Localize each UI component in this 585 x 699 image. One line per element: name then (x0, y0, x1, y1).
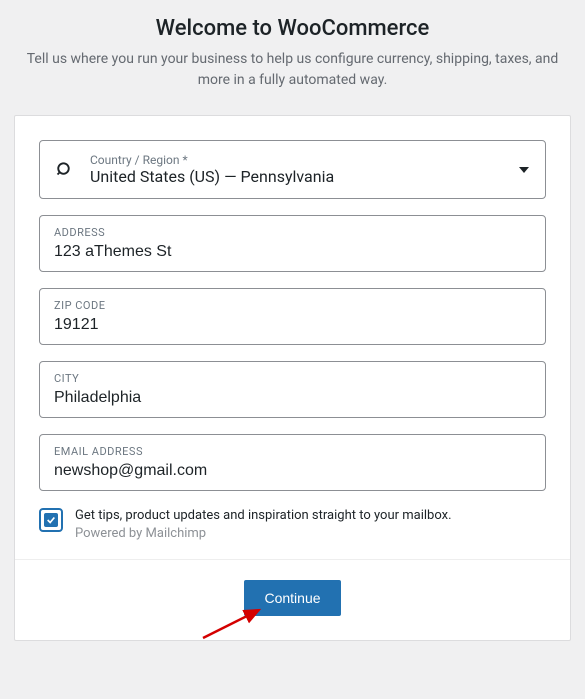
optin-line2: Powered by Mailchimp (75, 525, 452, 543)
page-title: Welcome to WooCommerce (20, 16, 565, 41)
optin-checkbox[interactable] (39, 508, 63, 532)
page-header: Welcome to WooCommerce Tell us where you… (0, 0, 585, 103)
email-field-wrap[interactable]: EMAIL ADDRESS (39, 434, 546, 491)
address-label: ADDRESS (54, 226, 531, 239)
optin-line1: Get tips, product updates and inspiratio… (75, 507, 452, 525)
form-body: Country / Region * United States (US) — … (15, 116, 570, 559)
optin-text: Get tips, product updates and inspiratio… (75, 507, 452, 543)
email-label: EMAIL ADDRESS (54, 445, 531, 458)
check-icon (44, 513, 58, 527)
continue-button[interactable]: Continue (244, 580, 340, 616)
address-field-wrap[interactable]: ADDRESS (39, 215, 546, 272)
optin-row: Get tips, product updates and inspiratio… (39, 507, 546, 543)
country-content: Country / Region * United States (US) — … (90, 153, 517, 186)
zip-label: ZIP CODE (54, 299, 531, 312)
chevron-down-icon (517, 167, 531, 173)
card-footer: Continue (15, 559, 570, 640)
country-select[interactable]: Country / Region * United States (US) — … (39, 140, 546, 199)
city-field-wrap[interactable]: CITY (39, 361, 546, 418)
email-input[interactable] (54, 460, 531, 482)
city-label: CITY (54, 372, 531, 385)
page-subtitle: Tell us where you run your business to h… (20, 49, 565, 91)
address-input[interactable] (54, 241, 531, 263)
zip-field-wrap[interactable]: ZIP CODE (39, 288, 546, 345)
city-input[interactable] (54, 387, 531, 409)
zip-input[interactable] (54, 314, 531, 336)
country-value: United States (US) — Pennsylvania (90, 167, 517, 186)
search-icon (54, 161, 76, 179)
setup-card: Country / Region * United States (US) — … (14, 115, 571, 641)
country-label: Country / Region * (90, 153, 517, 167)
